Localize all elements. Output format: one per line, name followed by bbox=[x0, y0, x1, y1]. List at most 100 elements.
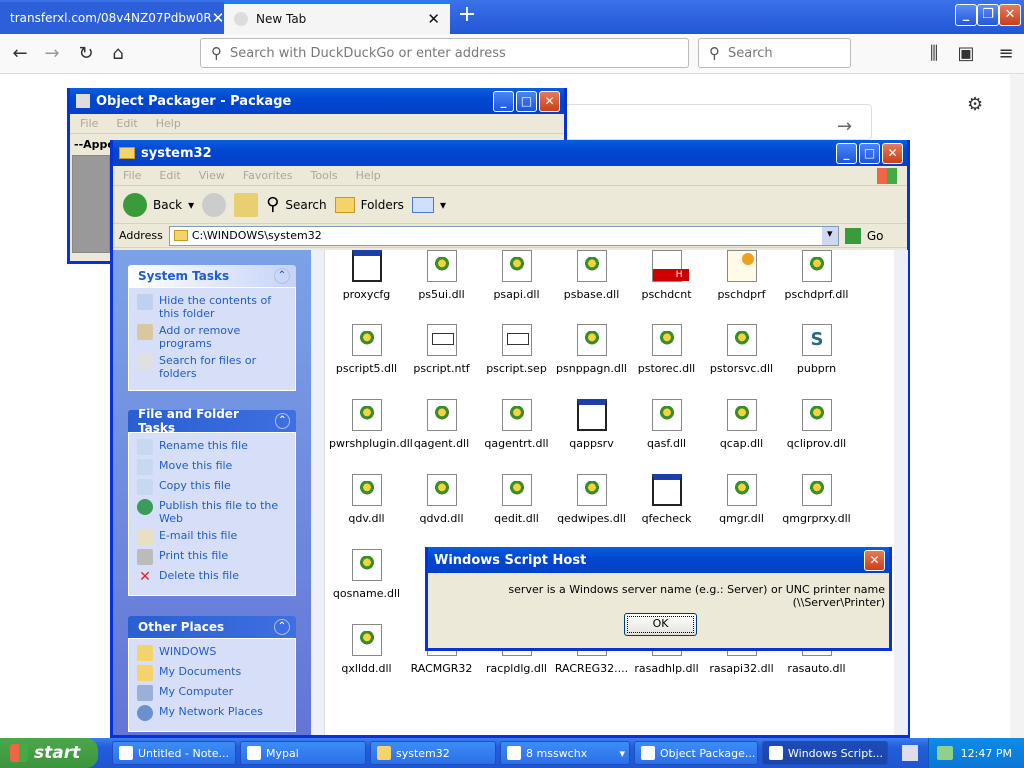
scrollbar-left[interactable] bbox=[311, 250, 325, 735]
maximize-icon[interactable]: □ bbox=[859, 142, 880, 164]
taskbar-item-object-packager[interactable]: Object Package... bbox=[634, 741, 758, 765]
file-item[interactable]: qcliprov.dll bbox=[779, 399, 854, 450]
place-my-network[interactable]: My Network Places bbox=[137, 705, 287, 721]
file-item[interactable]: proxycfg bbox=[329, 250, 404, 301]
menu-edit[interactable]: Edit bbox=[159, 169, 180, 182]
task-search-files[interactable]: Search for files or folders bbox=[137, 354, 287, 380]
menu-file[interactable]: File bbox=[123, 169, 141, 182]
task-rename[interactable]: Rename this file bbox=[137, 439, 287, 455]
new-tab-button[interactable]: + bbox=[456, 4, 478, 27]
file-item[interactable]: qosname.dll bbox=[329, 549, 404, 600]
home-icon[interactable]: ⌂ bbox=[106, 42, 130, 66]
place-windows[interactable]: WINDOWS bbox=[137, 645, 287, 661]
file-item[interactable]: pschdprf.dll bbox=[779, 250, 854, 301]
file-item[interactable]: qmgr.dll bbox=[704, 474, 779, 525]
minimize-icon[interactable]: _ bbox=[955, 4, 977, 26]
file-item[interactable]: pschdprf bbox=[704, 250, 779, 301]
window-titlebar[interactable]: system32 _ □ ✕ bbox=[113, 140, 907, 166]
menu-favorites[interactable]: Favorites bbox=[243, 169, 293, 182]
taskbar-item-wsh[interactable]: Windows Script... bbox=[762, 741, 888, 765]
file-item[interactable]: qappsrv bbox=[554, 399, 629, 450]
dialog-titlebar[interactable]: Windows Script Host ✕ bbox=[428, 547, 889, 573]
file-item[interactable]: pscript.sep bbox=[479, 324, 554, 375]
file-item[interactable]: qedit.dll bbox=[479, 474, 554, 525]
new-tab-search-card[interactable] bbox=[565, 104, 872, 140]
file-item[interactable]: qxlldd.dll bbox=[329, 624, 404, 675]
close-icon[interactable]: ✕ bbox=[539, 90, 560, 112]
gear-icon[interactable]: ⚙ bbox=[967, 94, 983, 115]
file-item[interactable]: ps5ui.dll bbox=[404, 250, 479, 301]
collapse-icon[interactable]: ⌃ bbox=[274, 268, 290, 284]
taskbar-item-mypal[interactable]: Mypal bbox=[240, 741, 366, 765]
task-add-remove[interactable]: Add or remove programs bbox=[137, 324, 287, 350]
file-list-scrollbar[interactable] bbox=[894, 250, 908, 735]
file-item[interactable]: psnppagn.dll bbox=[554, 324, 629, 375]
forward-icon[interactable]: → bbox=[40, 42, 64, 66]
file-item[interactable]: qagent.dll bbox=[404, 399, 479, 450]
address-bar[interactable]: ⚲ Search with DuckDuckGo or enter addres… bbox=[200, 38, 689, 68]
file-item[interactable]: pscript5.dll bbox=[329, 324, 404, 375]
task-publish[interactable]: Publish this file to the Web bbox=[137, 499, 287, 525]
tab-close-icon[interactable]: ✕ bbox=[212, 9, 225, 27]
dropdown-icon[interactable]: ▾ bbox=[821, 226, 838, 245]
file-item[interactable]: qcap.dll bbox=[704, 399, 779, 450]
file-item[interactable]: qdv.dll bbox=[329, 474, 404, 525]
forward-arrow-icon[interactable] bbox=[202, 192, 227, 217]
menu-tools[interactable]: Tools bbox=[311, 169, 338, 182]
taskbar-item-msswchx[interactable]: 8 msswchx ▾ bbox=[500, 741, 630, 765]
close-icon[interactable]: ✕ bbox=[864, 549, 885, 571]
file-item[interactable]: pstorec.dll bbox=[629, 324, 704, 375]
up-folder-icon[interactable] bbox=[234, 192, 259, 217]
folders-button[interactable]: Folders bbox=[334, 196, 404, 213]
file-item[interactable]: pstorsvc.dll bbox=[704, 324, 779, 375]
place-my-documents[interactable]: My Documents bbox=[137, 665, 287, 681]
minimize-icon[interactable]: _ bbox=[836, 142, 857, 164]
browser-scrollbar[interactable] bbox=[1010, 74, 1024, 738]
menu-help[interactable]: Help bbox=[156, 117, 181, 130]
search-button[interactable]: ⚲ Search bbox=[266, 194, 326, 215]
back-button[interactable]: Back ▾ bbox=[123, 192, 194, 217]
collapse-icon[interactable]: ⌃ bbox=[274, 619, 290, 635]
back-icon[interactable]: ← bbox=[8, 42, 32, 66]
file-item[interactable]: pschdcnt bbox=[629, 250, 704, 301]
browser-tab-new-tab[interactable]: New Tab ✕ bbox=[224, 2, 450, 34]
address-input[interactable]: C:\WINDOWS\system32 ▾ bbox=[168, 225, 839, 246]
file-item[interactable]: psbase.dll bbox=[554, 250, 629, 301]
menu-file[interactable]: File bbox=[80, 117, 98, 130]
search-input[interactable]: ⚲ Search bbox=[698, 38, 851, 68]
views-button[interactable]: ▾ bbox=[411, 196, 446, 213]
taskbar-item-notepad[interactable]: Untitled - Note... bbox=[112, 741, 236, 765]
file-item[interactable]: qfecheck bbox=[629, 474, 704, 525]
menu-help[interactable]: Help bbox=[356, 169, 381, 182]
sidebar-icon[interactable]: ▣ bbox=[954, 42, 978, 66]
file-item[interactable]: qmgrprxy.dll bbox=[779, 474, 854, 525]
close-icon[interactable]: ✕ bbox=[999, 4, 1021, 26]
taskbar-item-system32[interactable]: system32 bbox=[370, 741, 496, 765]
tab-close-icon[interactable]: ✕ bbox=[427, 10, 440, 28]
system-tasks-header[interactable]: System Tasks ⌃ bbox=[128, 265, 296, 287]
menu-edit[interactable]: Edit bbox=[116, 117, 137, 130]
task-print[interactable]: Print this file bbox=[137, 549, 287, 565]
task-delete[interactable]: ✕ Delete this file bbox=[137, 569, 287, 585]
file-item[interactable]: pscript.ntf bbox=[404, 324, 479, 375]
file-item[interactable]: pubprn bbox=[779, 324, 854, 375]
clock[interactable]: 12:47 PM bbox=[961, 747, 1012, 760]
menu-icon[interactable]: ≡ bbox=[994, 42, 1018, 66]
minimize-icon[interactable]: _ bbox=[493, 90, 514, 112]
start-button[interactable]: start bbox=[0, 738, 98, 768]
keyboard-icon[interactable] bbox=[902, 745, 918, 761]
file-item[interactable]: qedwipes.dll bbox=[554, 474, 629, 525]
close-icon[interactable]: ✕ bbox=[882, 142, 903, 164]
task-hide-folder[interactable]: Hide the contents of this folder bbox=[137, 294, 287, 320]
menu-view[interactable]: View bbox=[199, 169, 225, 182]
window-titlebar[interactable]: Object Packager - Package _ □ ✕ bbox=[70, 88, 564, 114]
task-copy[interactable]: Copy this file bbox=[137, 479, 287, 495]
file-item[interactable]: qdvd.dll bbox=[404, 474, 479, 525]
collapse-icon[interactable]: ⌃ bbox=[274, 413, 290, 429]
file-item[interactable]: qagentrt.dll bbox=[479, 399, 554, 450]
file-item[interactable]: pwrshplugin.dll bbox=[329, 399, 413, 450]
maximize-icon[interactable]: □ bbox=[516, 90, 537, 112]
browser-tab-transferxl[interactable]: transferxl.com/08v4NZ07Pdbw0R ✕ bbox=[0, 2, 224, 34]
restore-icon[interactable]: ❐ bbox=[977, 4, 999, 26]
other-places-header[interactable]: Other Places ⌃ bbox=[128, 616, 296, 638]
